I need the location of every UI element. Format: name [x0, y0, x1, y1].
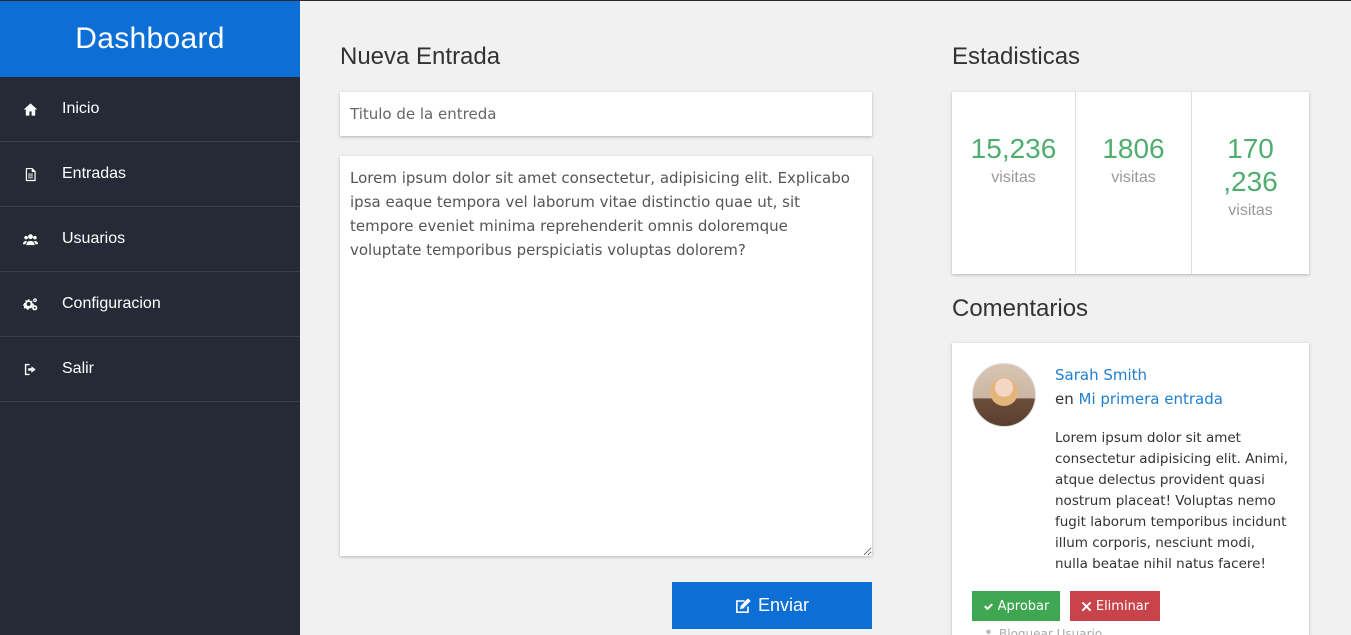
- stat-value: 15,236: [970, 133, 1057, 164]
- comment-card: Sarah Smith en Mi primera entrada Lorem …: [952, 343, 1309, 635]
- stat-unit: visitas: [1228, 202, 1273, 219]
- stat-item: 1806 visitas: [1076, 92, 1192, 274]
- entry-body-textarea[interactable]: Lorem ipsum dolor sit amet consectetur, …: [340, 156, 872, 556]
- block-user-link[interactable]: Bloquear Usuario: [984, 627, 1102, 635]
- sidebar-item-label: Usuarios: [62, 230, 126, 247]
- block-user-label: Bloquear Usuario: [999, 627, 1103, 635]
- home-icon: [0, 102, 62, 117]
- sidebar-item-label: Inicio: [62, 100, 100, 117]
- users-icon: [0, 232, 62, 247]
- stats-card: 15,236 visitas 1806 visitas 170 ,236 vis…: [952, 92, 1309, 274]
- check-icon: [983, 601, 994, 612]
- send-button[interactable]: Enviar: [672, 582, 872, 629]
- comment-post-line: en Mi primera entrada: [1055, 390, 1223, 408]
- stat-value: 1806: [1102, 133, 1165, 164]
- new-entry-title: Nueva Entrada: [340, 43, 501, 70]
- approve-button[interactable]: Aprobar: [972, 591, 1060, 621]
- stat-unit: visitas: [1111, 169, 1156, 186]
- sidebar-item-salir[interactable]: Salir: [0, 337, 300, 402]
- sidebar-item-configuracion[interactable]: Configuracion: [0, 272, 300, 337]
- stat-unit: visitas: [991, 169, 1036, 186]
- sign-out-icon: [0, 362, 62, 377]
- comments-title: Comentarios: [952, 295, 1089, 322]
- sidebar: Dashboard Inicio Entradas Usuarios Confi…: [0, 1, 300, 635]
- user-ban-icon: [984, 628, 996, 635]
- sidebar-item-label: Entradas: [62, 165, 127, 182]
- send-button-label: Enviar: [757, 595, 810, 615]
- sidebar-item-usuarios[interactable]: Usuarios: [0, 207, 300, 272]
- comment-text: Lorem ipsum dolor sit amet consectetur a…: [1055, 430, 1288, 572]
- comment-post-prefix: en: [1055, 390, 1074, 408]
- sidebar-item-entradas[interactable]: Entradas: [0, 142, 300, 207]
- comment-post-link[interactable]: Mi primera entrada: [1079, 390, 1223, 408]
- close-icon: [1081, 601, 1092, 612]
- edit-icon: [735, 597, 752, 614]
- stat-item: 15,236 visitas: [952, 92, 1076, 274]
- document-icon: [0, 167, 62, 182]
- brand-title[interactable]: Dashboard: [0, 1, 300, 77]
- delete-button[interactable]: Eliminar: [1070, 591, 1160, 621]
- sidebar-item-label: Salir: [62, 360, 95, 377]
- avatar: [972, 363, 1036, 427]
- delete-button-label: Eliminar: [1095, 598, 1150, 614]
- stats-title: Estadisticas: [952, 43, 1081, 70]
- sidebar-item-inicio[interactable]: Inicio: [0, 77, 300, 142]
- entry-title-input[interactable]: [340, 92, 872, 136]
- stat-value: 170 ,236: [1223, 133, 1278, 197]
- approve-button-label: Aprobar: [997, 598, 1050, 614]
- gears-icon: [0, 297, 62, 312]
- stat-item: 170 ,236 visitas: [1192, 92, 1309, 274]
- comment-author-link[interactable]: Sarah Smith: [1055, 366, 1147, 384]
- sidebar-item-label: Configuracion: [62, 295, 161, 312]
